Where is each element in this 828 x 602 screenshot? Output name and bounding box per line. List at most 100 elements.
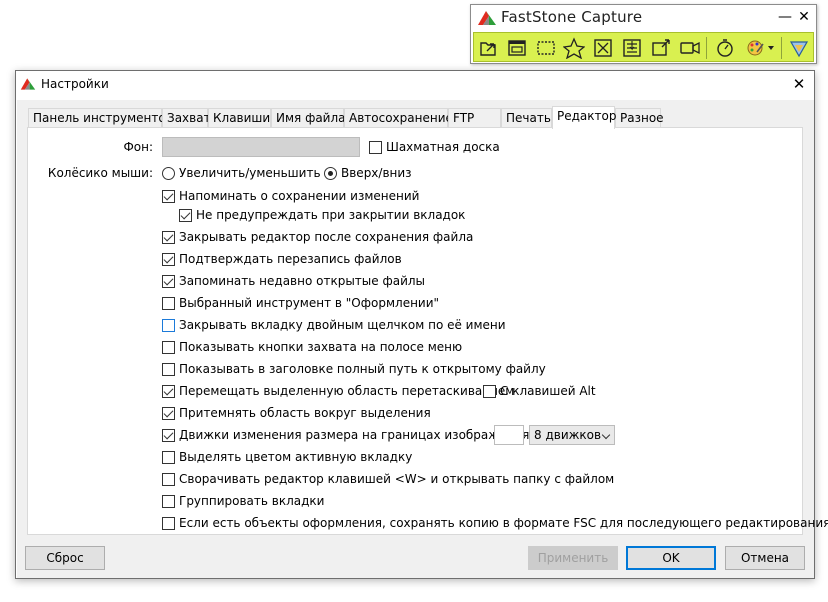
option-dim-around-selection-checkbox[interactable] [162,406,175,420]
handle-color-box[interactable] [494,425,524,445]
toolbar-separator [781,37,782,59]
tab-ftp[interactable]: FTP [448,108,501,128]
chevron-down-icon [601,430,611,440]
option-dblclick-close-tab-checkbox[interactable] [162,318,175,332]
option-capture-buttons-menubar-label: Показывать кнопки захвата на полосе меню [179,340,463,354]
capture-tools-bar [473,32,814,62]
option-alt-key-row[interactable]: С клавишей Alt [483,383,596,399]
capture-toolbar-titlebar[interactable]: FastStone Capture — ✕ [471,5,816,31]
option-full-path-title-checkbox[interactable] [162,362,175,376]
tab-print[interactable]: Печать [501,108,552,128]
option-remind-save-checkbox[interactable] [162,189,175,203]
option-save-fsc-copy-row[interactable]: Если есть объекты оформления, сохранять … [162,515,828,531]
chessboard-label: Шахматная доска [386,140,500,154]
option-confirm-overwrite-label: Подтверждать перезапись файлов [179,252,402,266]
option-full-path-title-row[interactable]: Показывать в заголовке полный путь к отк… [162,361,546,377]
wheel-scroll-radio-row[interactable]: Вверх/вниз [324,165,412,181]
option-highlight-active-tab-label: Выделять цветом активную вкладку [179,450,413,464]
settings-dialog: Настройки ✕ Панель инструментов Захват К… [15,70,828,579]
option-alt-key-checkbox[interactable] [483,384,496,398]
option-selected-tool-row[interactable]: Выбранный инструмент в "Оформлении" [162,295,439,311]
capture-fixed-region-icon[interactable] [650,37,672,59]
wheel-zoom-label: Увеличить/уменьшить [179,166,321,180]
option-save-fsc-copy-checkbox[interactable] [162,516,175,530]
background-label: Фон: [123,140,153,154]
handles-count-select[interactable]: 8 движков [529,425,615,445]
option-minimize-w-key-row[interactable]: Сворачивать редактор клавишей <W> и откр… [162,471,614,487]
option-full-path-title-label: Показывать в заголовке полный путь к отк… [179,362,546,376]
apply-button[interactable]: Применить [528,546,618,570]
capture-toolbar-title: FastStone Capture [501,8,643,26]
tab-misc[interactable]: Разное [615,108,664,128]
option-capture-buttons-menubar-checkbox[interactable] [162,340,175,354]
handles-count-value: 8 движков [534,428,602,442]
toolbar-separator [706,37,707,59]
option-dim-around-selection-row[interactable]: Притемнять область вокруг выделения [162,405,431,421]
option-dim-around-selection-label: Притемнять область вокруг выделения [179,406,431,420]
option-confirm-overwrite-checkbox[interactable] [162,252,175,266]
wheel-zoom-radio[interactable] [162,166,175,180]
editor-settings-panel: Фон: Шахматная доска Колёсико мыши: Увел… [27,127,828,535]
output-settings-icon[interactable] [744,37,776,59]
option-no-warn-close-tabs-checkbox[interactable] [179,208,192,222]
mouse-wheel-label: Колёсико мыши: [47,166,153,180]
option-dblclick-close-tab-label: Закрывать вкладку двойным щелчком по её … [179,318,506,332]
option-no-warn-close-tabs-label: Не предупреждать при закрытии вкладок [196,208,466,222]
tab-editor[interactable]: Редактор [552,106,616,129]
tab-filename[interactable]: Имя файла [271,108,346,128]
dialog-title: Настройки [41,77,109,91]
minimize-button[interactable]: — [775,7,795,27]
option-resize-handles-label: Движки изменения размера на границах изо… [179,428,530,442]
tab-autosave[interactable]: Автосохранение [344,108,453,128]
option-group-tabs-label: Группировать вкладки [179,494,325,508]
app-logo-icon [20,77,36,94]
option-minimize-w-key-checkbox[interactable] [162,472,175,486]
option-drag-selection-checkbox[interactable] [162,384,175,398]
ok-button[interactable]: OK [626,546,716,570]
option-highlight-active-tab-row[interactable]: Выделять цветом активную вкладку [162,449,412,465]
wheel-scroll-radio[interactable] [324,166,337,180]
option-drag-selection-row[interactable]: Перемещать выделенную область перетаскив… [162,383,514,399]
background-color-swatch[interactable] [162,137,360,157]
option-selected-tool-checkbox[interactable] [162,296,175,310]
cancel-button[interactable]: Отмена [725,546,805,570]
close-toolbar-button[interactable]: ✕ [794,7,814,27]
wheel-zoom-radio-row[interactable]: Увеличить/уменьшить [162,165,321,181]
tab-capture[interactable]: Захват [162,108,211,128]
option-confirm-overwrite-row[interactable]: Подтверждать перезапись файлов [162,251,402,267]
option-highlight-active-tab-checkbox[interactable] [162,450,175,464]
delay-timer-icon[interactable] [714,37,736,59]
option-close-after-save-row[interactable]: Закрывать редактор после сохранения файл… [162,229,473,245]
chessboard-checkbox[interactable] [369,140,382,154]
option-capture-buttons-menubar-row[interactable]: Показывать кнопки захвата на полосе меню [162,339,462,355]
screen-recorder-icon[interactable] [679,37,701,59]
option-group-tabs-checkbox[interactable] [162,494,175,508]
close-dialog-button[interactable]: ✕ [789,74,809,94]
option-resize-handles-checkbox[interactable] [162,428,175,442]
capture-window-icon[interactable] [506,37,528,59]
option-selected-tool-label: Выбранный инструмент в "Оформлении" [179,296,440,310]
capture-scrolling-icon[interactable] [621,37,643,59]
option-close-after-save-label: Закрывать редактор после сохранения файл… [179,230,474,244]
chessboard-checkbox-row[interactable]: Шахматная доска [369,139,500,155]
faststone-capture-toolbar: FastStone Capture — ✕ [470,4,817,64]
settings-icon[interactable] [788,37,810,59]
open-file-icon[interactable] [478,37,500,59]
option-alt-key-label: С клавишей Alt [500,384,596,398]
capture-fullscreen-icon[interactable] [592,37,614,59]
option-resize-handles-row[interactable]: Движки изменения размера на границах изо… [162,427,529,443]
reset-button[interactable]: Сброс [25,546,105,570]
faststone-logo-icon [477,10,497,29]
tab-toolbar[interactable]: Панель инструментов [28,108,173,128]
option-remember-recent-row[interactable]: Запоминать недавно открытые файлы [162,273,425,289]
capture-freehand-icon[interactable] [563,37,585,59]
option-remind-save-row[interactable]: Напоминать о сохранении изменений [162,188,419,204]
option-no-warn-close-tabs-row[interactable]: Не предупреждать при закрытии вкладок [179,207,465,223]
capture-rectangle-icon[interactable] [535,37,557,59]
tab-hotkeys[interactable]: Клавиши [208,108,271,128]
option-group-tabs-row[interactable]: Группировать вкладки [162,493,324,509]
option-close-after-save-checkbox[interactable] [162,230,175,244]
option-dblclick-close-tab-row[interactable]: Закрывать вкладку двойным щелчком по её … [162,317,506,333]
option-remember-recent-checkbox[interactable] [162,274,175,288]
option-remember-recent-label: Запоминать недавно открытые файлы [179,274,426,288]
